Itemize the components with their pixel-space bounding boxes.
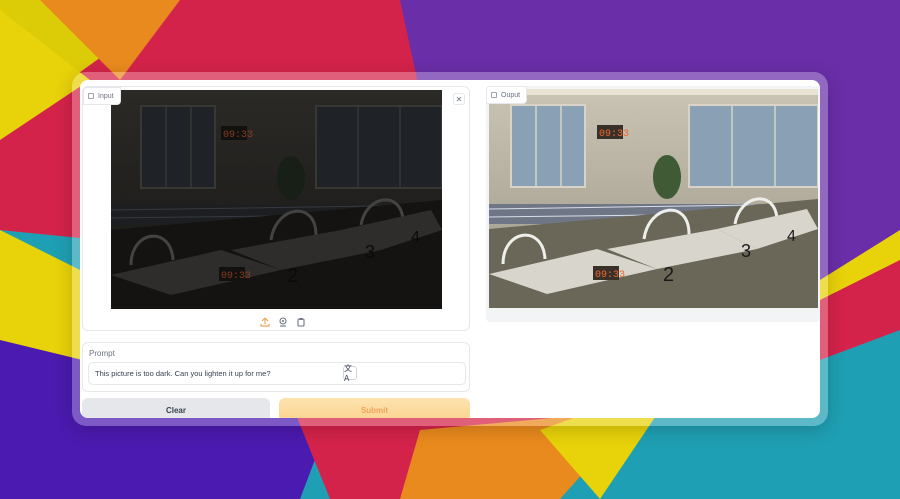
input-label: Input xyxy=(83,87,121,105)
block-number-4-output: 4 xyxy=(787,228,796,245)
clipboard-icon[interactable] xyxy=(295,316,307,328)
block-number-2-output: 2 xyxy=(663,264,674,286)
block-number-3-output: 3 xyxy=(741,241,751,261)
clock-top-text-output: 09:33 xyxy=(599,129,629,140)
image-icon xyxy=(88,93,94,99)
output-label: Ouput xyxy=(486,86,528,104)
input-image: 09:33 2 3 4 09:33 xyxy=(111,90,442,309)
clear-button[interactable]: Clear xyxy=(82,398,270,418)
image-source-toolbar xyxy=(259,316,307,328)
clock-bottom-text-output: 09:33 xyxy=(595,270,625,281)
image-icon xyxy=(491,92,497,98)
prompt-input[interactable]: This picture is too dark. Can you lighte… xyxy=(88,362,466,385)
output-label-text: Ouput xyxy=(501,91,521,99)
output-image-panel: Ouput 09:33 2 3 4 09:33 xyxy=(486,86,820,322)
webcam-icon[interactable] xyxy=(277,316,289,328)
submit-button[interactable]: Submit xyxy=(279,398,470,418)
input-label-text: Input xyxy=(98,92,114,100)
prompt-input-value: This picture is too dark. Can you lighte… xyxy=(95,369,271,378)
translate-icon[interactable]: 文A xyxy=(343,364,357,383)
app-window: Input ✕ 09:33 2 3 4 09:33 Ouput 09:33 2 … xyxy=(80,80,820,418)
upload-icon[interactable] xyxy=(259,316,271,328)
output-image: 09:33 2 3 4 09:33 xyxy=(489,89,818,308)
clear-image-button[interactable]: ✕ xyxy=(453,93,465,105)
input-image-panel: Input ✕ 09:33 2 3 4 09:33 xyxy=(82,86,470,331)
prompt-block: Prompt This picture is too dark. Can you… xyxy=(82,342,470,392)
prompt-label: Prompt xyxy=(89,349,115,358)
